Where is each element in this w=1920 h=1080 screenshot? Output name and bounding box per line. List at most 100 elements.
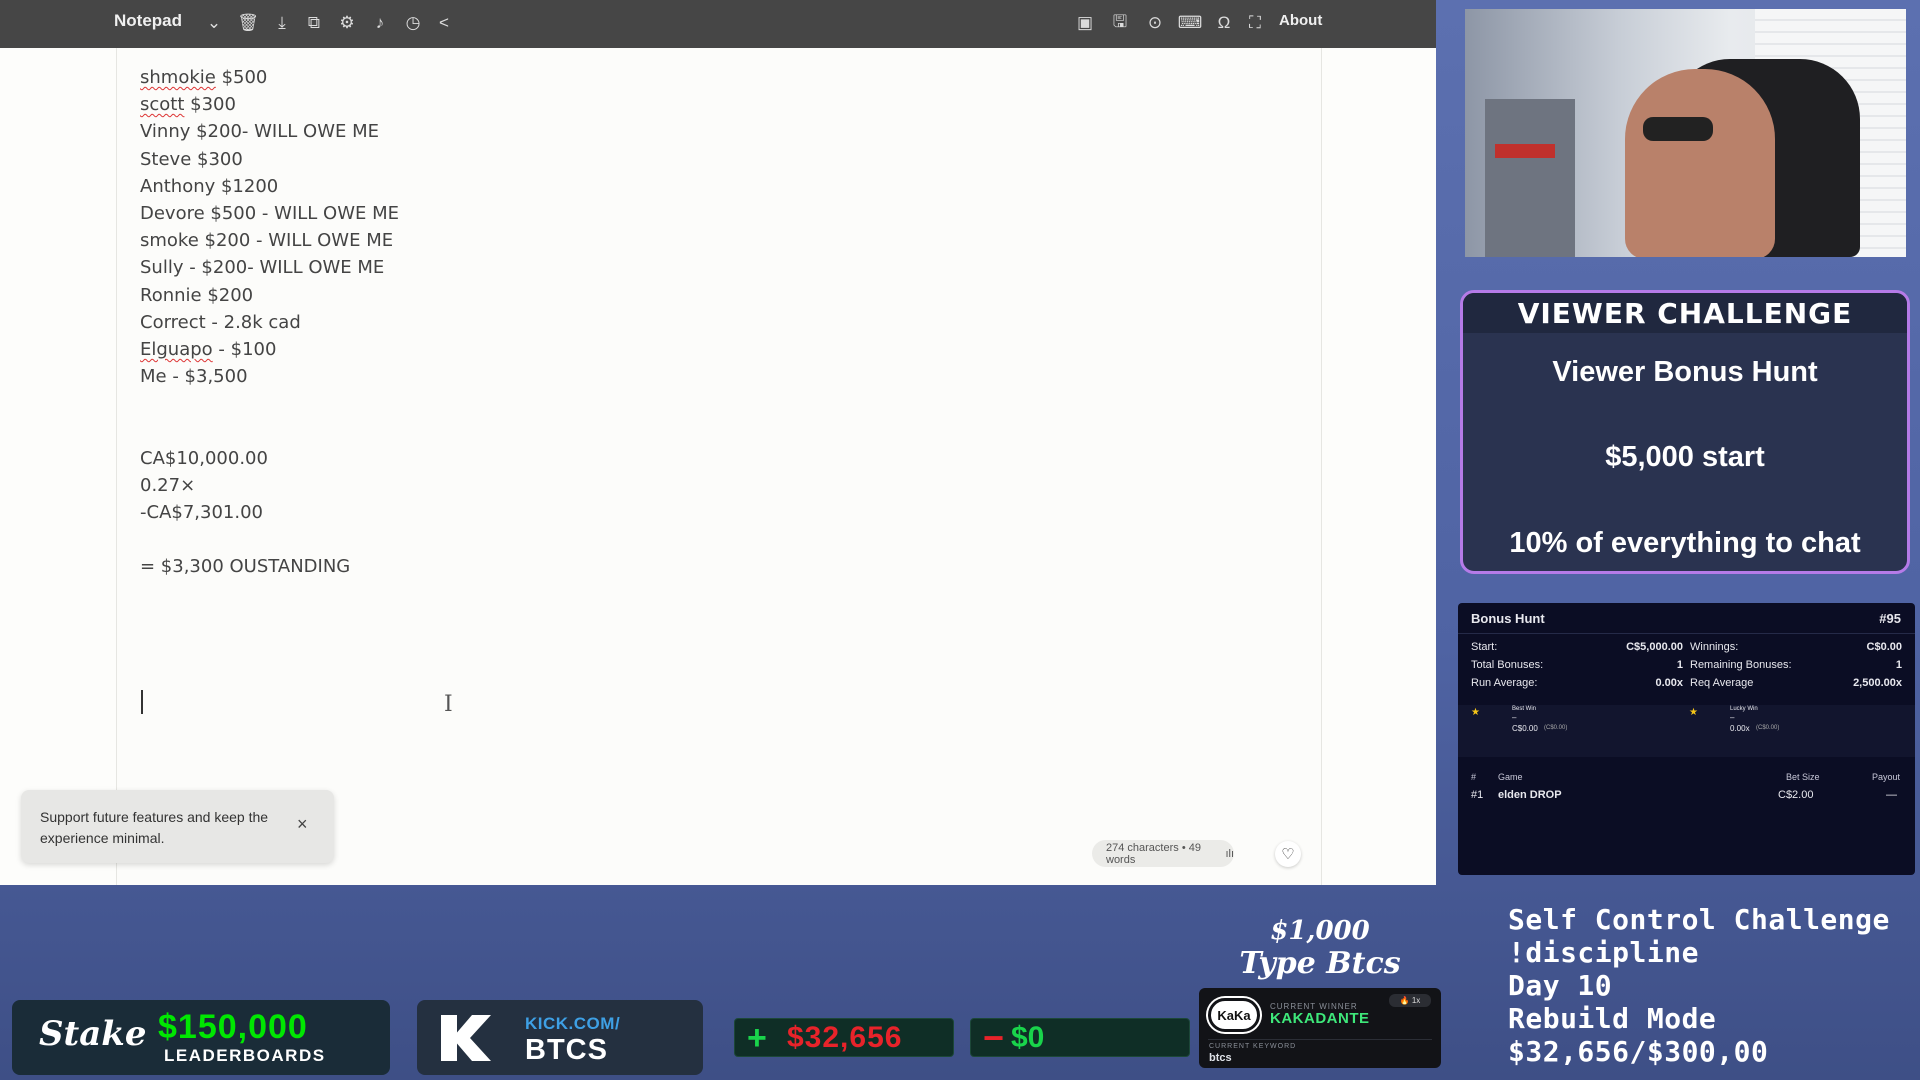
viewer-challenge-line2: $5,000 start xyxy=(1605,441,1765,473)
text-line[interactable]: Me - $3,500 xyxy=(140,363,399,390)
stake-leaderboard-banner: Stake $150,000 LEADERBOARDS xyxy=(12,1000,390,1075)
chevron-down-icon[interactable]: ⌄ xyxy=(201,10,227,36)
remaining-bonuses-label: Remaining Bonuses: xyxy=(1690,659,1792,671)
req-average-label: Req Average xyxy=(1690,677,1754,689)
record-icon[interactable]: ⊙ xyxy=(1142,10,1168,36)
best-lucky-win-strip: ★ Best Win – C$0.00 (C$0.00) ★ Lucky Win… xyxy=(1458,705,1915,757)
webcam-red-object xyxy=(1495,144,1555,158)
text-line[interactable]: Correct - 2.8k cad xyxy=(140,309,399,336)
notepad-title[interactable]: Notepad xyxy=(114,11,182,31)
loss-value: $0 xyxy=(1011,1021,1045,1054)
word-count-pill[interactable]: 274 characters • 49 words ılı xyxy=(1092,840,1234,867)
viewer-challenge-panel: VIEWER CHALLENGE Viewer Bonus Hunt $5,00… xyxy=(1460,290,1910,574)
text-line-rest: $300 xyxy=(184,94,236,116)
text-line-rest: - $100 xyxy=(212,338,277,360)
bar-chart-icon: ılı xyxy=(1225,847,1234,860)
text-line[interactable]: Vinny $200- WILL OWE ME xyxy=(140,118,399,145)
editor-text[interactable]: shmokie $500 scott $300 Vinny $200- WILL O… xyxy=(140,64,399,581)
support-toast: Support future features and keep the exp… xyxy=(21,790,334,863)
text-line[interactable] xyxy=(140,526,399,553)
bonus-hunt-title: Bonus Hunt xyxy=(1471,611,1545,626)
text-line[interactable]: Ronnie $200 xyxy=(140,282,399,309)
promo-amount: $1,000 xyxy=(1270,916,1370,946)
run-average-value: 0.00x xyxy=(1655,677,1683,689)
winnings-label: Winnings: xyxy=(1690,641,1739,653)
lucky-win-value: 0.00x xyxy=(1730,724,1750,733)
notepad-toolbar: Notepad ⌄ 🗑 ⤓ ⧉ ⚙ ♪ ◷ < ▣ 🖫 ⊙ ⌨ Ω ⛶ Abou… xyxy=(0,0,1436,48)
leaderboard-label: LEADERBOARDS xyxy=(164,1046,326,1065)
text-line[interactable]: scott $300 xyxy=(140,91,399,118)
profit-counter: + $32,656 xyxy=(734,1018,954,1057)
mouse-cursor: I xyxy=(444,692,453,717)
kick-url: KICK.COM/ xyxy=(525,1014,621,1033)
current-keyword: btcs xyxy=(1209,1052,1232,1064)
self-control-challenge: Self Control Challenge !discipline Day 1… xyxy=(1508,903,1920,1068)
bonus-hunt-number: #95 xyxy=(1879,611,1901,626)
remaining-bonuses-value: 1 xyxy=(1895,659,1902,671)
picture-in-picture-icon[interactable]: ▣ xyxy=(1072,10,1098,36)
kaka-logo: KaKa xyxy=(1208,998,1260,1032)
col-bet-size: Bet Size xyxy=(1786,772,1820,782)
loss-counter: − $0 xyxy=(970,1017,1190,1058)
music-note-icon[interactable]: ♪ xyxy=(367,10,393,36)
current-keyword-label: CURRENT KEYWORD xyxy=(1209,1043,1297,1050)
clock-icon[interactable]: ◷ xyxy=(400,10,426,36)
text-line[interactable]: Elguapo - $100 xyxy=(140,336,399,363)
text-line[interactable]: 0.27× xyxy=(140,472,399,499)
word-count-text: 274 characters • 49 words xyxy=(1106,841,1201,866)
text-line[interactable]: = $3,300 OUSTANDING xyxy=(140,553,399,580)
scc-line4: Rebuild Mode xyxy=(1508,1002,1717,1035)
text-line[interactable]: Steve $300 xyxy=(140,146,399,173)
keyword-promo: $1,000 Type Btcs xyxy=(1210,915,1430,981)
trash-icon[interactable]: 🗑 xyxy=(235,10,261,36)
star-icon: ★ xyxy=(1689,707,1698,718)
headphones-icon[interactable]: Ω xyxy=(1211,10,1237,36)
text-line[interactable]: -CA$7,301.00 xyxy=(140,499,399,526)
row-bet-size: C$2.00 xyxy=(1778,789,1814,801)
text-line[interactable] xyxy=(140,390,399,417)
heart-icon[interactable]: ♡ xyxy=(1275,841,1301,867)
spellcheck-underline: Elguapo xyxy=(140,338,213,360)
toast-message: Support future features and keep the exp… xyxy=(40,809,269,846)
total-bonuses-label: Total Bonuses: xyxy=(1471,659,1544,671)
text-line[interactable]: Anthony $1200 xyxy=(140,173,399,200)
col-number: # xyxy=(1471,772,1477,782)
scc-line3: Day 10 xyxy=(1508,969,1613,1002)
text-line[interactable]: Sully - $200- WILL OWE ME xyxy=(140,254,399,281)
stake-logo: Stake xyxy=(39,1014,147,1054)
webcam-feed xyxy=(1465,9,1906,257)
lucky-win-sub: (C$0.00) xyxy=(1756,725,1780,731)
req-average-value: 2,500.00x xyxy=(1853,677,1902,689)
text-line[interactable]: smoke $200 - WILL OWE ME xyxy=(140,227,399,254)
leaderboard-amount: $150,000 xyxy=(158,1008,308,1046)
text-line-rest: $500 xyxy=(215,67,268,88)
divider xyxy=(1458,633,1915,634)
text-line[interactable]: CA$10,000.00 xyxy=(140,445,399,472)
spellcheck-underline: shmokie xyxy=(140,67,216,88)
plus-sign: + xyxy=(747,1019,767,1057)
row-payout: — xyxy=(1886,789,1897,801)
text-line[interactable]: shmokie $500 xyxy=(140,64,399,91)
text-line[interactable]: Devore $500 - WILL OWE ME xyxy=(140,200,399,227)
col-payout: Payout xyxy=(1872,772,1901,782)
fullscreen-icon[interactable]: ⛶ xyxy=(1242,10,1268,36)
save-icon[interactable]: 🖫 xyxy=(1107,10,1133,36)
star-icon: ★ xyxy=(1471,707,1480,718)
kick-banner: KICK.COM/ BTCS xyxy=(417,1000,703,1075)
promo-keyword: Type Btcs xyxy=(1239,946,1401,981)
winnings-value: C$0.00 xyxy=(1866,641,1902,653)
col-game: Game xyxy=(1498,772,1523,782)
webcam-shelf xyxy=(1485,99,1575,257)
gear-icon[interactable]: ⚙ xyxy=(334,10,360,36)
share-icon[interactable]: < xyxy=(431,10,457,36)
spellcheck-underline: scott xyxy=(140,94,185,116)
row-number: #1 xyxy=(1471,789,1484,801)
download-icon[interactable]: ⤓ xyxy=(269,10,295,36)
about-link[interactable]: About xyxy=(1279,12,1322,29)
close-icon[interactable]: × xyxy=(297,814,308,835)
best-win-dash: – xyxy=(1512,713,1517,722)
streak-pill: 🔥 1x xyxy=(1389,994,1431,1007)
copy-icon[interactable]: ⧉ xyxy=(301,10,327,36)
text-line[interactable] xyxy=(140,417,399,444)
keyboard-icon[interactable]: ⌨ xyxy=(1177,10,1203,36)
